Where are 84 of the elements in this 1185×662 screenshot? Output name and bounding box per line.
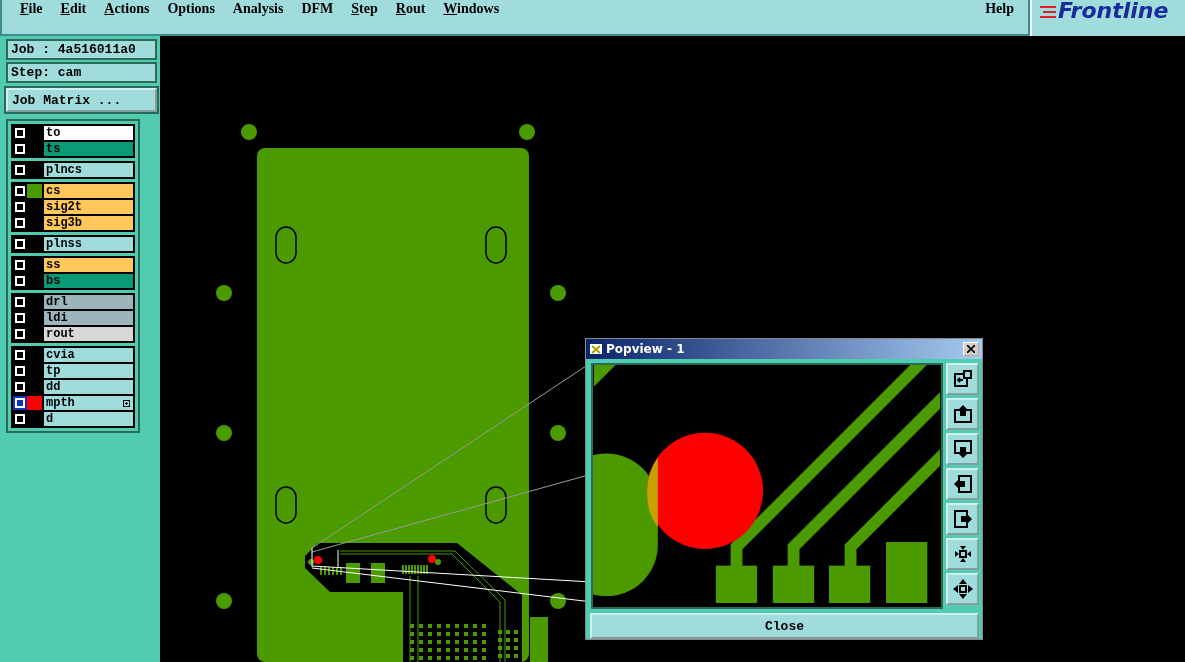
view-tool-button[interactable]	[946, 538, 979, 570]
menu-item[interactable]: Help	[985, 1, 1014, 17]
layer-label: sig3b	[46, 216, 82, 230]
menu-item[interactable]: Options	[167, 1, 215, 17]
layer-label: ldi	[46, 311, 68, 325]
view-tool-button[interactable]	[946, 573, 979, 605]
layer-label: bs	[46, 274, 61, 288]
window-icon	[589, 343, 603, 355]
layer-checkbox[interactable]	[15, 218, 25, 228]
layer-checkbox[interactable]	[15, 414, 25, 424]
layer-name[interactable]: rout	[44, 327, 133, 341]
close-button[interactable]	[963, 342, 979, 356]
menu-item[interactable]: Windows	[443, 1, 500, 17]
layer-label: drl	[46, 295, 68, 309]
layer-checkbox[interactable]	[15, 128, 25, 138]
layer-checkbox[interactable]	[15, 297, 25, 307]
layer-label: sig2t	[46, 200, 82, 214]
layer-label: cvia	[46, 348, 75, 362]
layer-label: rout	[46, 327, 75, 341]
layer-checkbox[interactable]	[15, 165, 25, 175]
layer-label: dd	[46, 380, 61, 394]
layer-checkbox[interactable]	[15, 144, 25, 154]
view-tool-button[interactable]	[946, 433, 979, 465]
menu-item[interactable]: DFM	[301, 1, 334, 17]
view-tool-button[interactable]	[946, 468, 979, 500]
window-icon	[951, 368, 974, 390]
layer-name[interactable]: to	[44, 126, 133, 140]
layer-checkbox[interactable]	[15, 398, 25, 408]
right-arrow-icon	[951, 508, 974, 530]
layer-checkbox[interactable]	[15, 350, 25, 360]
layer-name[interactable]: ldi	[44, 311, 133, 325]
layer-label: cs	[46, 184, 61, 198]
expand-icon	[951, 578, 974, 600]
layer-label: to	[46, 126, 61, 140]
layer-name[interactable]: sig2t	[44, 200, 133, 214]
view-tool-button[interactable]	[946, 398, 979, 430]
layer-checkbox[interactable]	[15, 313, 25, 323]
job-matrix-button[interactable]: Job Matrix ...	[6, 88, 157, 112]
logo-mark-icon	[1038, 4, 1058, 20]
layer-checkbox[interactable]	[15, 239, 25, 249]
layer-name[interactable]: plnss	[44, 237, 133, 251]
layer-label: d	[46, 412, 54, 426]
layer-label: plncs	[46, 163, 82, 177]
layer-checkbox[interactable]	[15, 382, 25, 392]
layer-name[interactable]: bs	[44, 274, 133, 288]
layer-label: tp	[46, 364, 61, 378]
menu-item[interactable]: Step	[351, 1, 378, 17]
layer-name[interactable]: sig3b	[44, 216, 133, 230]
menu-item[interactable]: Rout	[395, 1, 426, 17]
expand-icon[interactable]	[123, 399, 130, 407]
layer-checkbox[interactable]	[15, 366, 25, 376]
window-title: Popview - 1	[606, 342, 685, 356]
close-icon	[967, 345, 975, 353]
layer-name[interactable]: dd	[44, 380, 133, 394]
menu-item[interactable]: File	[20, 1, 43, 17]
layer-name[interactable]: plncs	[44, 163, 133, 177]
layer-label: ss	[46, 258, 61, 272]
layer-name[interactable]: mpth	[44, 396, 133, 410]
layer-checkbox[interactable]	[15, 186, 25, 196]
menu-item[interactable]: Analysis	[232, 1, 284, 17]
step-label: Step: cam	[6, 62, 157, 83]
job-label: Job : 4a516011a0	[6, 39, 157, 60]
layer-name[interactable]: d	[44, 412, 133, 426]
layer-checkbox[interactable]	[15, 329, 25, 339]
menu-item[interactable]: Edit	[60, 1, 87, 17]
layer-name[interactable]: ts	[44, 142, 133, 156]
layer-label: plnss	[46, 237, 82, 251]
layer-checkbox[interactable]	[15, 276, 25, 286]
menu-item[interactable]: Actions	[104, 1, 150, 17]
layer-label: ts	[46, 142, 61, 156]
logo: Frontline	[1058, 0, 1169, 22]
up-arrow-icon	[951, 403, 974, 425]
layer-name[interactable]: tp	[44, 364, 133, 378]
layer-name[interactable]: cs	[44, 184, 133, 198]
down-arrow-icon	[951, 438, 974, 460]
layer-label: mpth	[46, 396, 75, 410]
layer-name[interactable]: drl	[44, 295, 133, 309]
view-tool-button[interactable]	[946, 363, 979, 395]
layer-checkbox[interactable]	[15, 260, 25, 270]
layer-name[interactable]: cvia	[44, 348, 133, 362]
layer-name[interactable]: ss	[44, 258, 133, 272]
view-tool-button[interactable]	[946, 503, 979, 535]
layer-checkbox[interactable]	[15, 202, 25, 212]
close-button[interactable]: Close	[590, 613, 979, 639]
